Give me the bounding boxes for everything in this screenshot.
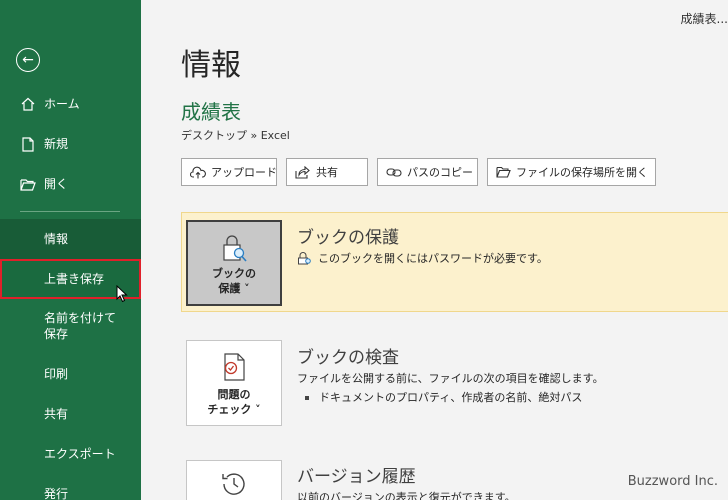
document-title: 成績表: [181, 100, 241, 124]
sidebar-item-label: 印刷: [44, 367, 69, 381]
sidebar-item-home[interactable]: ホーム: [0, 84, 141, 124]
sidebar-item-label: 発行: [44, 487, 69, 500]
sidebar-item-label: 名前を付けて保存: [44, 311, 117, 341]
protect-workbook-button[interactable]: ブックの 保護 ˅: [186, 220, 282, 306]
sidebar-item-new[interactable]: 新規: [0, 124, 141, 164]
home-icon: [20, 97, 36, 111]
sidebar-item-label: 上書き保存: [44, 272, 105, 286]
share-icon: [295, 165, 311, 179]
inspect-bullet: ドキュメントのプロパティ、作成者の名前、絶対パス: [305, 389, 582, 405]
watermark: Buzzword Inc.: [627, 474, 718, 489]
upload-cloud-icon: [190, 166, 206, 179]
protect-workbook-label: ブックの 保護 ˅: [212, 267, 256, 295]
upload-button[interactable]: アップロード: [181, 158, 277, 186]
sidebar-item-label: 新規: [44, 137, 69, 151]
inspect-heading: ブックの検査: [297, 348, 399, 368]
upload-label: アップロード: [211, 166, 277, 179]
protect-description: このブックを開くにはパスワードが必要です。: [297, 250, 548, 266]
sidebar-item-publish[interactable]: 発行: [0, 474, 141, 500]
open-file-location-label: ファイルの保存場所を開く: [516, 166, 648, 179]
folder-icon: [496, 166, 511, 178]
inspect-description: ファイルを公開する前に、ファイルの次の項目を確認します。: [297, 372, 604, 385]
protect-heading: ブックの保護: [297, 228, 399, 248]
sidebar-item-share[interactable]: 共有: [0, 394, 141, 434]
link-icon: [386, 167, 402, 178]
sidebar-item-print[interactable]: 印刷: [0, 354, 141, 394]
check-for-issues-button[interactable]: 問題の チェック ˅: [186, 340, 282, 426]
history-clock-icon: [219, 469, 249, 500]
sidebar-item-open[interactable]: 開く: [0, 164, 141, 204]
inspect-document-icon: [219, 351, 249, 387]
sidebar-item-label: エクスポート: [44, 447, 116, 461]
version-history-description: 以前のバージョンの表示と復元ができます。: [297, 491, 516, 500]
sidebar-item-label: ホーム: [44, 97, 80, 111]
lock-small-icon: [297, 251, 312, 265]
copy-path-label: パスのコピー: [407, 166, 473, 179]
mouse-cursor-icon: [116, 284, 128, 307]
version-history-heading: バージョン履歴: [297, 467, 416, 487]
backstage-sidebar: ← ホーム 新規 開く 情報 上書き保存 名前を付けて保存 印刷 共有 エクスポ…: [0, 0, 141, 500]
sidebar-item-label: 開く: [44, 177, 69, 191]
sidebar-item-save-as[interactable]: 名前を付けて保存: [0, 304, 141, 350]
version-history-button[interactable]: [186, 460, 282, 500]
share-label: 共有: [316, 166, 338, 179]
document-path: デスクトップ » Excel: [181, 129, 290, 142]
sidebar-item-label: 共有: [44, 407, 69, 421]
sidebar-divider: [20, 211, 120, 212]
check-for-issues-label: 問題の チェック ˅: [207, 388, 261, 416]
bullet-icon: [305, 396, 309, 400]
window-title: 成績表...: [680, 12, 728, 26]
sidebar-item-export[interactable]: エクスポート: [0, 434, 141, 474]
share-button[interactable]: 共有: [286, 158, 368, 186]
lock-search-icon: [219, 232, 249, 268]
sidebar-item-label: 情報: [44, 232, 69, 246]
page-title: 情報: [181, 48, 241, 83]
back-arrow-icon[interactable]: ←: [16, 48, 40, 72]
sidebar-item-info[interactable]: 情報: [0, 219, 141, 259]
copy-path-button[interactable]: パスのコピー: [377, 158, 478, 186]
new-document-icon: [20, 136, 36, 152]
open-file-location-button[interactable]: ファイルの保存場所を開く: [487, 158, 656, 186]
folder-open-icon: [20, 178, 36, 191]
